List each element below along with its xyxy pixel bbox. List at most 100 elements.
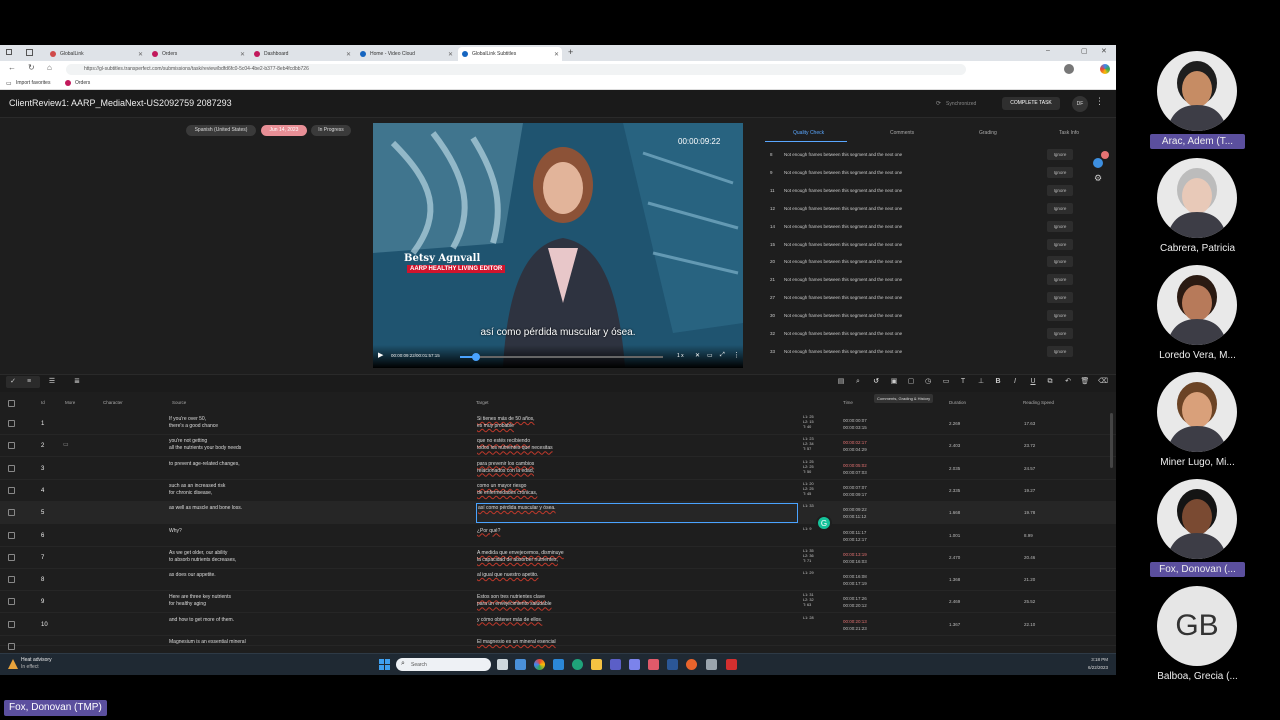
row-checkbox[interactable] (8, 643, 15, 650)
close-icon[interactable]: ✕ (448, 51, 453, 58)
favorite-import[interactable]: Import favorites (16, 80, 50, 86)
qc-issue-row[interactable]: 20 Not enough frames between this segment… (765, 253, 1085, 271)
timecode[interactable]: 00:00:11:17 00:00:12:17 (843, 529, 867, 543)
col-reading-speed[interactable]: Reading Speed (1023, 400, 1054, 405)
chrome-icon[interactable] (534, 659, 545, 670)
timecode[interactable]: 00:00:09:22 00:00:11:12 (843, 506, 867, 520)
firefox-icon[interactable] (686, 659, 697, 670)
timecode[interactable]: 00:00:13:19 00:00:16:03 (843, 551, 867, 565)
participant-tile[interactable]: Fox, Donovan (... (1150, 479, 1245, 579)
acrobat-icon[interactable] (726, 659, 737, 670)
ignore-button[interactable]: Ignore (1047, 202, 1073, 214)
new-tab-button[interactable]: + (568, 47, 573, 57)
check-icon[interactable]: ✓ (8, 377, 18, 387)
ignore-button[interactable]: Ignore (1047, 292, 1073, 304)
source-text[interactable]: Why? (169, 528, 182, 535)
row-checkbox[interactable] (8, 598, 15, 606)
target-text[interactable]: Si tienes más de 50 años, es muy probable (477, 416, 535, 430)
ignore-button[interactable]: Ignore (1047, 184, 1073, 196)
monitor-icon[interactable]: ▭ (941, 377, 951, 387)
align-bottom-icon[interactable]: ⊥ (976, 377, 986, 387)
source-text[interactable]: you're not getting all the nutrients your… (169, 438, 241, 452)
address-bar[interactable]: https://gl-subtitles.transperfect.com/su… (66, 64, 966, 75)
delete-icon[interactable]: 🗑 (1080, 377, 1090, 387)
minimize-button[interactable]: – (1046, 47, 1050, 54)
list-icon[interactable]: ☰ (47, 377, 57, 387)
play-icon[interactable]: ▶ (378, 351, 383, 359)
timecode[interactable]: 00:00:17:26 00:00:20:12 (843, 595, 867, 609)
timecode[interactable]: 00:00:05:02 00:00:07:03 (843, 462, 867, 476)
profile-avatar[interactable] (1064, 64, 1074, 74)
clipboard-icon[interactable]: ▤ (836, 377, 846, 387)
source-text[interactable]: and how to get more of them. (169, 617, 234, 624)
browser-tab[interactable]: Dashboard ✕ (250, 47, 354, 61)
ignore-button[interactable]: Ignore (1047, 274, 1073, 286)
captions-icon[interactable]: ▭ (707, 352, 713, 359)
target-text[interactable]: al igual que nuestro apetito. (477, 572, 538, 579)
table-row[interactable]: 3 to prevent age-related changes, para pre… (0, 458, 1116, 480)
teams-alt-icon[interactable] (629, 659, 640, 670)
clock-icon[interactable]: ◷ (923, 377, 933, 387)
timecode[interactable]: 00:00:07:07 00:00:09:17 (843, 484, 867, 498)
participant-tile[interactable]: Miner Lugo, Mi... (1150, 372, 1245, 472)
col-id[interactable]: Id (41, 400, 45, 405)
table-row[interactable]: 7 As we get older, our ability to absorb n… (0, 547, 1116, 569)
user-avatar[interactable]: DF (1072, 96, 1088, 112)
row-checkbox[interactable] (8, 553, 15, 561)
grammarly-icon[interactable]: G (816, 515, 832, 531)
tab-quality-check[interactable]: Quality Check (793, 130, 824, 136)
source-text[interactable]: to prevent age-related changes, (169, 461, 240, 468)
target-text[interactable]: ¿Por qué? (477, 528, 500, 535)
qc-issue-row[interactable]: 33 Not enough frames between this segment… (765, 343, 1085, 361)
row-checkbox[interactable] (8, 464, 15, 472)
ignore-button[interactable]: Ignore (1047, 220, 1073, 232)
source-text[interactable]: such as an increased risk for chronic dis… (169, 483, 225, 497)
source-text[interactable]: If you're over 50, there's a good chance (169, 416, 218, 430)
table-row[interactable]: 8 as does our appetite. al igual que nuest… (0, 569, 1116, 592)
outlook-icon[interactable] (667, 659, 678, 670)
store-icon[interactable] (553, 659, 564, 670)
qc-issue-row[interactable]: 27 Not enough frames between this segment… (765, 289, 1085, 307)
windows-start-icon[interactable] (379, 659, 390, 670)
participant-tile[interactable]: GB Balboa, Grecia (... (1150, 586, 1245, 686)
table-row[interactable]: 4 such as an increased risk for chronic di… (0, 480, 1116, 502)
settings-gear-icon[interactable]: ⚙ (1094, 173, 1102, 184)
playback-speed[interactable]: 1 x (677, 353, 684, 359)
qc-issue-row[interactable]: 32 Not enough frames between this segment… (765, 325, 1085, 343)
task-view-icon[interactable] (497, 659, 508, 670)
ignore-button[interactable]: Ignore (1047, 310, 1073, 322)
fullscreen-icon[interactable]: ⤢ (720, 352, 725, 359)
bold-icon[interactable]: B (993, 377, 1003, 387)
row-checkbox[interactable] (8, 576, 15, 584)
source-text[interactable]: Here are three key nutrients for healthy … (169, 594, 231, 608)
player-more-icon[interactable]: ⋮ (733, 351, 740, 359)
participant-tile[interactable]: Arac, Adem (T... (1150, 51, 1245, 151)
tab-grading[interactable]: Grading (979, 130, 997, 136)
calculator-icon[interactable] (706, 659, 717, 670)
window-menu-icon[interactable] (6, 49, 12, 55)
browser-tab-active[interactable]: GlobalLink Subtitles ✕ (458, 47, 562, 61)
maximize-button[interactable]: ▢ (1081, 47, 1088, 55)
source-text[interactable]: as well as muscle and bone loss. (169, 505, 242, 512)
col-target[interactable]: Target (476, 400, 489, 405)
row-checkbox[interactable] (8, 442, 15, 450)
taskbar-search[interactable]: ⌕ Search (396, 658, 491, 671)
more-vert-icon[interactable]: ⋮ (1095, 96, 1104, 107)
mute-icon[interactable]: ✕ (695, 352, 700, 359)
text-icon[interactable]: T (958, 377, 968, 387)
participant-tile[interactable]: Loredo Vera, M... (1150, 265, 1245, 365)
seek-bar[interactable] (460, 353, 663, 361)
source-text[interactable]: as does our appetite. (169, 572, 216, 579)
table-row[interactable]: 5 as well as muscle and bone loss. así com… (0, 502, 1116, 525)
browser-tab[interactable]: GlobalLink ✕ (46, 47, 146, 61)
ignore-button[interactable]: Ignore (1047, 166, 1073, 178)
target-text[interactable]: Estos son tres nutrientes clave para un e… (477, 594, 552, 608)
comment-indicator-icon[interactable]: ▭ (63, 441, 69, 448)
sort-icon[interactable]: ≣ (72, 377, 82, 387)
qc-issue-row[interactable]: 9 Not enough frames between this segment … (765, 164, 1085, 182)
edge-icon[interactable] (572, 659, 583, 670)
qc-issue-row[interactable]: 12 Not enough frames between this segment… (765, 200, 1085, 218)
panel-action-icon[interactable] (1093, 158, 1103, 168)
table-row[interactable]: 2 ▭ you're not getting all the nutrients yo… (0, 435, 1116, 458)
app2-icon[interactable] (648, 659, 659, 670)
